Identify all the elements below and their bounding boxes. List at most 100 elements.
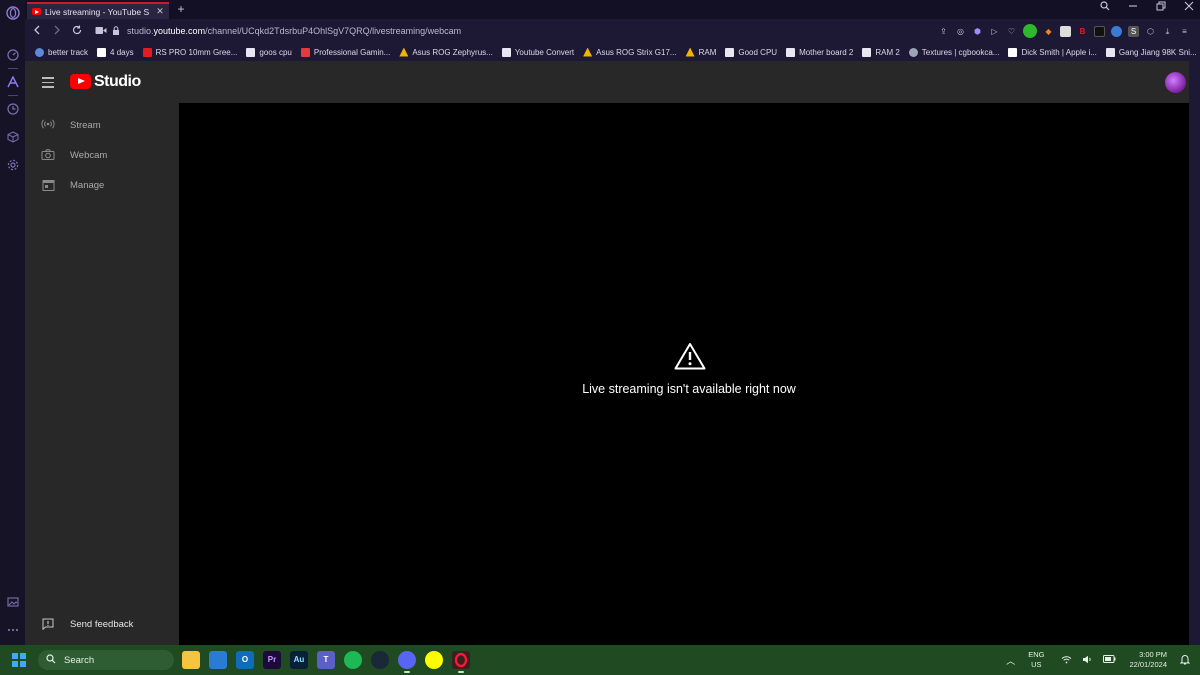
close-tab-icon[interactable]: ✕ (154, 6, 166, 17)
mail-icon[interactable] (209, 651, 227, 669)
taskbar-search-input[interactable]: Search (38, 650, 174, 670)
settings-gear-icon[interactable] (6, 158, 20, 172)
scrollbar-track[interactable] (1189, 61, 1200, 645)
back-icon[interactable] (27, 24, 47, 38)
share-icon[interactable]: ⇪ (938, 26, 949, 37)
history-icon[interactable] (6, 102, 20, 116)
bookmark-label: RAM (698, 47, 717, 57)
bookmark-item[interactable]: Mother board 2 (786, 47, 853, 57)
audition-icon[interactable]: Au (290, 651, 308, 669)
extensions-cube-icon[interactable] (6, 130, 20, 144)
reload-icon[interactable] (67, 24, 87, 38)
chevron-up-icon[interactable]: ︿ (1006, 654, 1015, 667)
search-icon (46, 653, 56, 667)
new-tab-button[interactable]: + (173, 2, 189, 19)
bookmark-item[interactable]: Gang Jiang 98K Sni... (1105, 47, 1197, 57)
bookmark-heart-icon[interactable]: ♡ (1006, 26, 1017, 37)
bookmark-item[interactable]: Good CPU (725, 47, 777, 57)
forward-icon[interactable] (47, 24, 67, 38)
wifi-icon[interactable] (1061, 655, 1072, 666)
bookmark-item[interactable]: Youtube Convert (501, 47, 575, 57)
metamask-icon[interactable]: ◆ (1043, 26, 1054, 37)
extensions-cube-toolbar-icon[interactable]: ⬡ (1145, 26, 1156, 37)
vpn-shield-icon[interactable]: ⬢ (972, 26, 983, 37)
broadcast-icon (41, 119, 55, 131)
bookmark-label: Textures | cgbookca... (921, 47, 1000, 57)
bookmark-item[interactable]: 4 days (97, 47, 134, 57)
asus-rog-icon (399, 47, 409, 57)
easy-setup-icon[interactable]: ≡ (1179, 26, 1190, 37)
tab-live-streaming[interactable]: Live streaming - YouTube S ✕ (27, 2, 169, 19)
menu-hamburger-icon[interactable] (42, 77, 54, 88)
dick-smith-icon (1008, 47, 1018, 57)
send-feedback-button[interactable]: Send feedback (25, 609, 179, 639)
send-icon[interactable]: ▷ (989, 26, 1000, 37)
sidebar-item-stream[interactable]: Stream (25, 110, 179, 140)
volume-icon[interactable] (1082, 655, 1093, 666)
page-icon (1105, 47, 1115, 57)
bookmark-item[interactable]: Professional Gamin... (300, 47, 390, 57)
minimize-icon[interactable] (1128, 1, 1138, 14)
bookmark-item[interactable]: Asus ROG Zephyrus... (399, 47, 493, 57)
bookmark-label: RS PRO 10mm Gree... (155, 47, 238, 57)
warning-icon (674, 342, 706, 370)
studio-sidebar: Stream Webcam Manage Send feedback (25, 103, 179, 645)
feedback-icon (41, 618, 55, 631)
steam-icon[interactable] (371, 651, 389, 669)
bookmark-item[interactable]: better track (35, 47, 88, 57)
window-controls (1100, 1, 1194, 14)
extension-red-b-icon[interactable]: B (1077, 26, 1088, 37)
teams-icon[interactable]: T (317, 651, 335, 669)
url-text[interactable]: studio.youtube.com/channel/UCqkd2TdsrbuP… (127, 26, 461, 36)
language-indicator[interactable]: ENG US (1028, 650, 1044, 670)
lock-icon[interactable] (111, 24, 121, 38)
search-tabs-icon[interactable] (1100, 1, 1110, 14)
bookmark-item[interactable]: Asus ROG Strix G17... (583, 47, 677, 57)
bookmark-item[interactable]: RS PRO 10mm Gree... (142, 47, 238, 57)
bookmark-item[interactable]: Textures | cgbookca... (908, 47, 1000, 57)
download-icon[interactable]: ⤓ (1162, 26, 1173, 37)
notification-bell-icon[interactable] (1179, 654, 1191, 667)
camera-in-use-icon[interactable] (91, 24, 111, 38)
gallery-icon[interactable] (6, 595, 20, 609)
file-explorer-icon[interactable] (182, 651, 200, 669)
bookmark-item[interactable]: goos cpu (246, 47, 292, 57)
opera-logo-icon[interactable] (5, 6, 20, 20)
avatar[interactable] (1165, 72, 1186, 93)
discord-icon[interactable] (398, 651, 416, 673)
bookmark-label: Youtube Convert (514, 47, 575, 57)
speed-dial-icon[interactable] (6, 48, 20, 62)
sidebar-item-label: Webcam (70, 149, 108, 161)
snapchat-icon[interactable] (425, 651, 443, 669)
opera-taskbar-icon[interactable] (452, 651, 470, 673)
extension-green-icon[interactable] (1023, 24, 1037, 38)
close-window-icon[interactable] (1184, 1, 1194, 14)
outlook-icon[interactable]: O (236, 651, 254, 669)
bookmark-item[interactable]: RAM 2 (862, 47, 900, 57)
bookmark-item[interactable]: Dick Smith | Apple i... (1008, 47, 1097, 57)
extension-black-icon[interactable] (1094, 25, 1105, 37)
snapshot-icon[interactable]: ◎ (955, 26, 966, 37)
taskbar-clock[interactable]: 3:00 PM 22/01/2024 (1129, 650, 1167, 670)
youtube-logo-icon[interactable] (70, 74, 91, 89)
extension-white-icon[interactable] (1060, 25, 1071, 37)
sidebar-item-webcam[interactable]: Webcam (25, 140, 179, 170)
bookmark-item[interactable]: RAM (685, 47, 717, 57)
premiere-pro-icon[interactable]: Pr (263, 651, 281, 669)
spotify-icon[interactable] (344, 651, 362, 669)
restore-icon[interactable] (1156, 1, 1166, 14)
more-dots-icon[interactable] (6, 623, 20, 637)
battery-icon[interactable] (1103, 655, 1116, 665)
bookmark-label: Asus ROG Zephyrus... (412, 47, 493, 57)
page-icon (786, 47, 796, 57)
calendar-icon (41, 179, 55, 191)
asus-rog-icon (685, 47, 695, 57)
clock-time: 3:00 PM (1139, 650, 1167, 659)
windows-start-icon[interactable] (12, 653, 26, 667)
aria-icon[interactable] (6, 75, 20, 89)
sidebar-item-manage[interactable]: Manage (25, 170, 179, 200)
extension-s-icon[interactable]: S (1128, 25, 1139, 37)
bookmark-label: Gang Jiang 98K Sni... (1118, 47, 1197, 57)
extension-blue-icon[interactable] (1111, 25, 1122, 37)
studio-logo-text[interactable]: Studio (94, 73, 141, 91)
